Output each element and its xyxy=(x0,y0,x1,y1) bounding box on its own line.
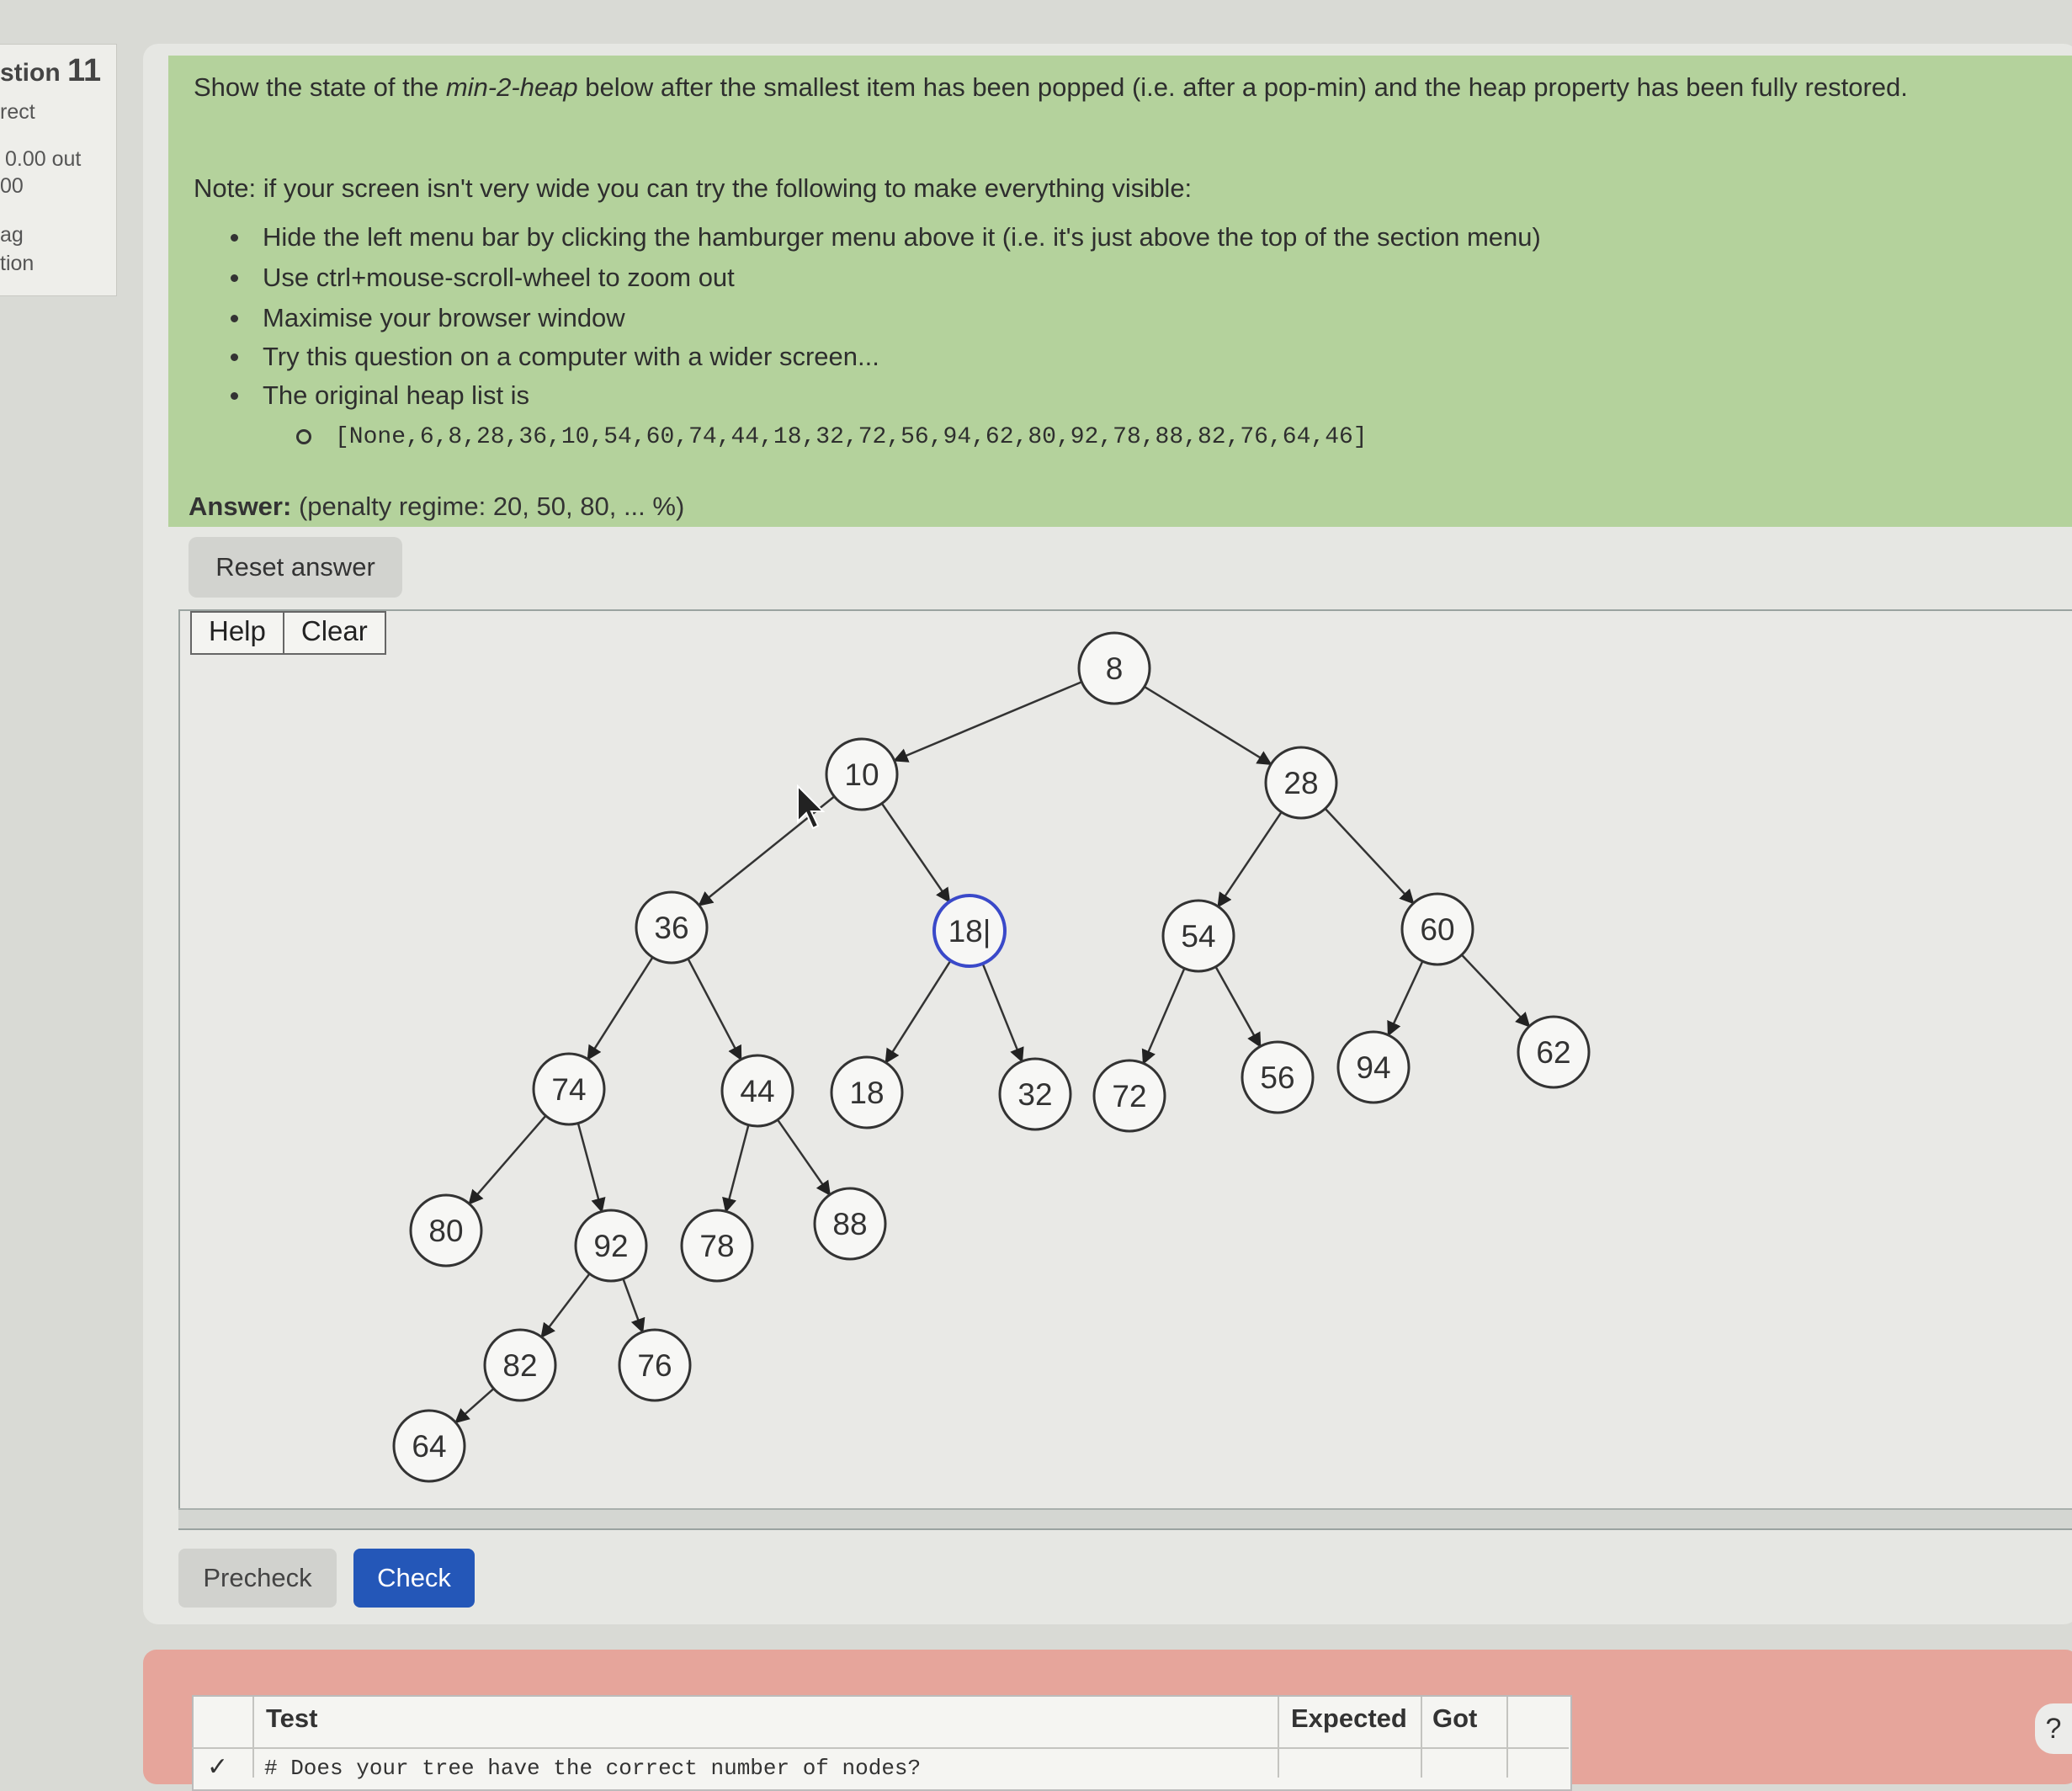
tree-edge[interactable] xyxy=(622,1278,646,1334)
tree-node-label[interactable]: 78 xyxy=(699,1229,734,1263)
tree-node-label[interactable]: 54 xyxy=(1181,919,1215,954)
tree-node[interactable]: 64 xyxy=(392,1409,466,1483)
tree-node-label[interactable]: 94 xyxy=(1356,1050,1390,1085)
tree-edge[interactable] xyxy=(1324,807,1415,905)
tree-edge[interactable] xyxy=(1217,811,1283,908)
tree-node-label[interactable]: 18| xyxy=(948,914,991,949)
tree-node[interactable]: 10 xyxy=(825,737,899,811)
tree-node[interactable]: 94 xyxy=(1336,1030,1411,1104)
tree-node[interactable]: 82 xyxy=(483,1328,557,1402)
tree-edge[interactable] xyxy=(885,959,952,1065)
tree-node-label[interactable]: 10 xyxy=(844,757,879,792)
column-header-test: Test xyxy=(266,1703,318,1733)
tree-edge[interactable] xyxy=(587,956,654,1061)
tree-edge[interactable] xyxy=(1214,966,1262,1048)
tree-node-label[interactable]: 88 xyxy=(832,1207,867,1241)
tree-edge[interactable] xyxy=(1144,685,1272,766)
tree-node-label[interactable]: 80 xyxy=(428,1214,463,1248)
precheck-button[interactable]: Precheck xyxy=(178,1549,337,1608)
tree-edge[interactable] xyxy=(540,1273,591,1338)
tree-edge[interactable] xyxy=(776,1119,831,1196)
tree-node-label[interactable]: 18 xyxy=(849,1076,884,1110)
tree-node[interactable]: 28 xyxy=(1264,746,1338,820)
tree-node[interactable]: 18| xyxy=(932,894,1007,968)
tree-node[interactable]: 92 xyxy=(574,1209,648,1283)
column-divider xyxy=(1278,1697,1279,1778)
tree-edge[interactable] xyxy=(893,681,1082,763)
tree-node-label[interactable]: 56 xyxy=(1260,1060,1294,1095)
column-divider xyxy=(1421,1697,1422,1778)
tree-node-label[interactable]: 92 xyxy=(593,1229,628,1263)
tree-edge[interactable] xyxy=(454,1387,495,1424)
tree-node[interactable]: 72 xyxy=(1092,1059,1166,1133)
tree-node[interactable]: 56 xyxy=(1241,1040,1315,1114)
tree-node[interactable]: 18 xyxy=(830,1055,904,1129)
tree-edge[interactable] xyxy=(981,963,1024,1063)
tree-node[interactable]: 88 xyxy=(813,1187,887,1261)
tree-node[interactable]: 44 xyxy=(720,1054,794,1128)
header-divider xyxy=(192,1747,1569,1749)
tree-node-label[interactable]: 76 xyxy=(637,1348,672,1383)
tree-node[interactable]: 54 xyxy=(1161,899,1235,973)
tree-node-label[interactable]: 36 xyxy=(654,911,688,945)
tree-edge[interactable] xyxy=(722,1124,750,1214)
tree-edge[interactable] xyxy=(1141,968,1186,1066)
column-divider xyxy=(1506,1697,1508,1778)
tree-node[interactable]: 76 xyxy=(618,1328,692,1402)
tree-edge[interactable] xyxy=(1460,954,1531,1028)
tree-node[interactable]: 32 xyxy=(998,1057,1072,1131)
column-divider xyxy=(252,1697,254,1778)
column-header-expected: Expected xyxy=(1291,1703,1407,1733)
tree-node[interactable]: 36 xyxy=(635,890,709,965)
tree-node-label[interactable]: 28 xyxy=(1283,766,1318,800)
tree-node[interactable]: 8 xyxy=(1077,631,1151,705)
tree-edge[interactable] xyxy=(468,1114,547,1205)
tree-node-label[interactable]: 82 xyxy=(502,1348,537,1383)
tree-node-label[interactable]: 32 xyxy=(1017,1077,1052,1112)
tree-node[interactable]: 80 xyxy=(409,1193,483,1268)
tree-node-label[interactable]: 60 xyxy=(1420,912,1454,947)
column-header-got: Got xyxy=(1432,1703,1478,1733)
check-button[interactable]: Check xyxy=(353,1549,475,1608)
tree-node-label[interactable]: 62 xyxy=(1536,1035,1570,1070)
tree-node-label[interactable]: 44 xyxy=(740,1074,774,1108)
tree-node-label[interactable]: 64 xyxy=(412,1429,446,1464)
tree-edge[interactable] xyxy=(880,802,951,903)
tree-edge[interactable] xyxy=(698,795,836,906)
tree-node[interactable]: 60 xyxy=(1400,892,1474,966)
tree-node[interactable]: 78 xyxy=(680,1209,754,1283)
tree-node[interactable]: 62 xyxy=(1517,1015,1591,1089)
tree-node-label[interactable]: 74 xyxy=(551,1072,586,1107)
tree-edge[interactable] xyxy=(687,958,742,1061)
heap-tree-diagram[interactable]: 8 10 28 36 18| 54 60 74 44 18 32 72 56 94 62 80 92 78 88 82… xyxy=(0,0,2072,1778)
tree-edge[interactable] xyxy=(576,1123,606,1214)
tree-node[interactable]: 74 xyxy=(532,1052,606,1126)
tree-node-label[interactable]: 72 xyxy=(1112,1079,1146,1113)
tree-node-label[interactable]: 8 xyxy=(1106,651,1124,686)
tree-edge[interactable] xyxy=(1387,960,1424,1037)
help-icon[interactable]: ? xyxy=(2035,1703,2072,1754)
